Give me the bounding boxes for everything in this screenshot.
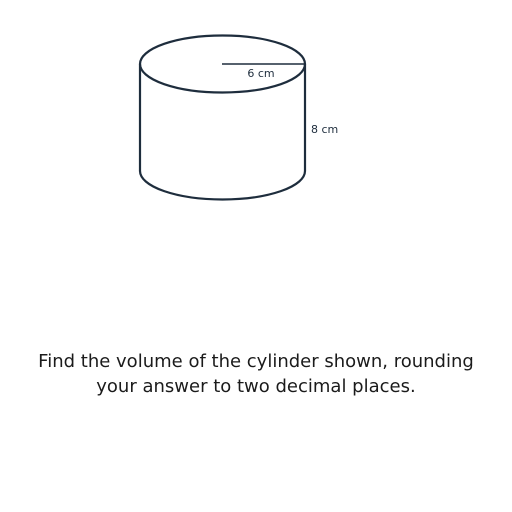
- radius-label: 6 cm: [247, 67, 274, 80]
- question-text: Find the volume of the cylinder shown, r…: [38, 351, 474, 397]
- height-label: 8 cm: [311, 123, 338, 136]
- cylinder-bottom-arc: [138, 169, 307, 201]
- cylinder-diagram: 6 cm 8 cm: [138, 34, 338, 201]
